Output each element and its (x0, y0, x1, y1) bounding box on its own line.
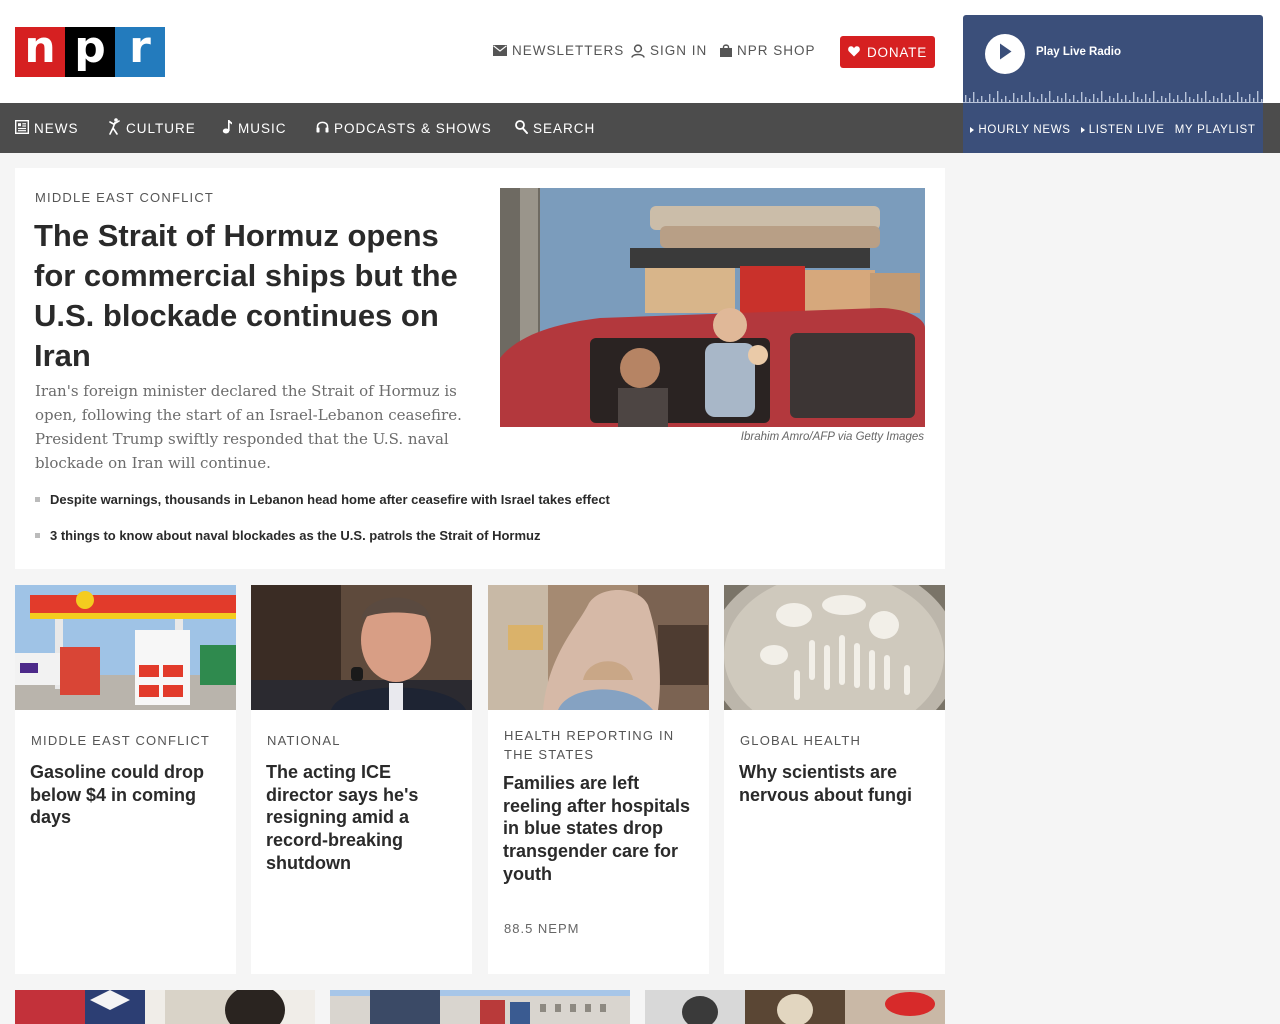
music-note-icon (222, 119, 233, 137)
story-card-slug[interactable]: HEALTH REPORTING IN THE STATES (504, 726, 699, 764)
headphones-icon (316, 120, 329, 136)
main-nav: NEWS CULTURE MUSIC PODCASTS & SHOWS SEAR… (0, 103, 963, 153)
story-image[interactable] (15, 990, 315, 1024)
dancer-icon (108, 118, 121, 138)
logo-letter-n: n (15, 26, 65, 77)
nav-label-search: SEARCH (533, 120, 596, 136)
story-card-source: 88.5 NEPM (504, 921, 580, 936)
newspaper-icon (14, 119, 30, 137)
listen-live-link[interactable]: LISTEN LIVE (1080, 124, 1165, 136)
nav-item-search[interactable]: SEARCH (515, 103, 595, 153)
story-card-image[interactable] (15, 585, 236, 710)
story-card-title[interactable]: Why scientists are nervous about fungi (739, 761, 934, 806)
story-card: HEALTH REPORTING IN THE STATES Families … (488, 585, 709, 974)
live-radio-player: Play Live Radio HOURLY NEWS LISTEN LIVE … (963, 15, 1263, 153)
story-card-title[interactable]: The acting ICE director says he's resign… (266, 761, 461, 875)
nav-label-podcasts-shows: PODCASTS & SHOWS (334, 120, 492, 136)
story-card-slug[interactable]: MIDDLE EAST CONFLICT (31, 731, 226, 750)
nav-label-news: NEWS (34, 120, 79, 136)
play-live-radio-label[interactable]: Play Live Radio (1036, 46, 1121, 58)
hourly-news-link[interactable]: HOURLY NEWS (970, 124, 1070, 136)
story-card: GLOBAL HEALTH Why scientists are nervous… (724, 585, 945, 974)
logo-letter-r: r (115, 26, 165, 77)
search-icon (515, 119, 528, 137)
player-links: HOURLY NEWS LISTEN LIVE MY PLAYLIST (963, 118, 1263, 142)
sign-in-label: SIGN IN (650, 43, 708, 58)
npr-logo[interactable]: n p r (15, 26, 165, 77)
story-card-image[interactable] (488, 585, 709, 710)
bullet-square-icon (35, 533, 40, 538)
user-icon (631, 43, 645, 58)
heart-icon (848, 45, 860, 60)
my-playlist-link[interactable]: MY PLAYLIST (1175, 124, 1256, 136)
donate-label: DONATE (866, 44, 928, 60)
story-image[interactable] (645, 990, 945, 1024)
play-button[interactable] (985, 34, 1025, 74)
hero-slug[interactable]: MIDDLE EAST CONFLICT (35, 190, 214, 205)
newsletters-label: NEWSLETTERS (512, 43, 625, 58)
hero-title[interactable]: The Strait of Hormuz opens for commercia… (34, 216, 474, 376)
nav-label-music: MUSIC (238, 120, 287, 136)
listen-live-label: LISTEN LIVE (1088, 124, 1165, 136)
shop-label: NPR SHOP (737, 43, 816, 58)
story-card-title[interactable]: Families are left reeling after hospital… (503, 772, 698, 886)
nav-item-music[interactable]: MUSIC (222, 103, 287, 153)
nav-item-podcasts-shows[interactable]: PODCASTS & SHOWS (316, 103, 492, 153)
nav-item-culture[interactable]: CULTURE (108, 103, 196, 153)
caret-right-icon (970, 127, 975, 133)
shopping-bag-icon (720, 44, 732, 57)
story-card-image[interactable] (251, 585, 472, 710)
envelope-icon (493, 45, 507, 56)
related-story-link[interactable]: 3 things to know about naval blockades a… (35, 528, 540, 543)
story-card-slug[interactable]: NATIONAL (267, 731, 462, 750)
story-card-slug[interactable]: GLOBAL HEALTH (740, 731, 935, 750)
story-card: NATIONAL The acting ICE director says he… (251, 585, 472, 974)
related-story-title: 3 things to know about naval blockades a… (50, 528, 541, 543)
sign-in-link[interactable]: SIGN IN (631, 43, 707, 58)
caret-right-icon (1080, 127, 1085, 133)
donate-button[interactable]: DONATE (840, 36, 935, 68)
hero-story: MIDDLE EAST CONFLICT The Strait of Hormu… (15, 168, 945, 569)
hourly-news-label: HOURLY NEWS (978, 124, 1071, 136)
bullet-square-icon (35, 497, 40, 502)
story-card: MIDDLE EAST CONFLICT Gasoline could drop… (15, 585, 236, 974)
play-icon (998, 43, 1012, 65)
story-card-title[interactable]: Gasoline could drop below $4 in coming d… (30, 761, 225, 829)
logo-letter-p: p (65, 26, 115, 77)
related-story-title: Despite warnings, thousands in Lebanon h… (50, 492, 610, 507)
nav-item-news[interactable]: NEWS (14, 103, 79, 153)
story-card-image[interactable] (724, 585, 945, 710)
hero-image[interactable] (500, 188, 925, 427)
nav-label-culture: CULTURE (126, 120, 196, 136)
related-story-link[interactable]: Despite warnings, thousands in Lebanon h… (35, 492, 610, 507)
hero-image-credit: Ibrahim Amro/AFP via Getty Images (740, 431, 924, 443)
nav-bar-right-edge (1263, 103, 1280, 153)
audio-waveform (963, 91, 1263, 103)
story-image[interactable] (330, 990, 630, 1024)
newsletters-link[interactable]: NEWSLETTERS (493, 43, 624, 58)
hero-teaser: Iran's foreign minister declared the Str… (35, 382, 462, 472)
npr-shop-link[interactable]: NPR SHOP (720, 43, 816, 58)
